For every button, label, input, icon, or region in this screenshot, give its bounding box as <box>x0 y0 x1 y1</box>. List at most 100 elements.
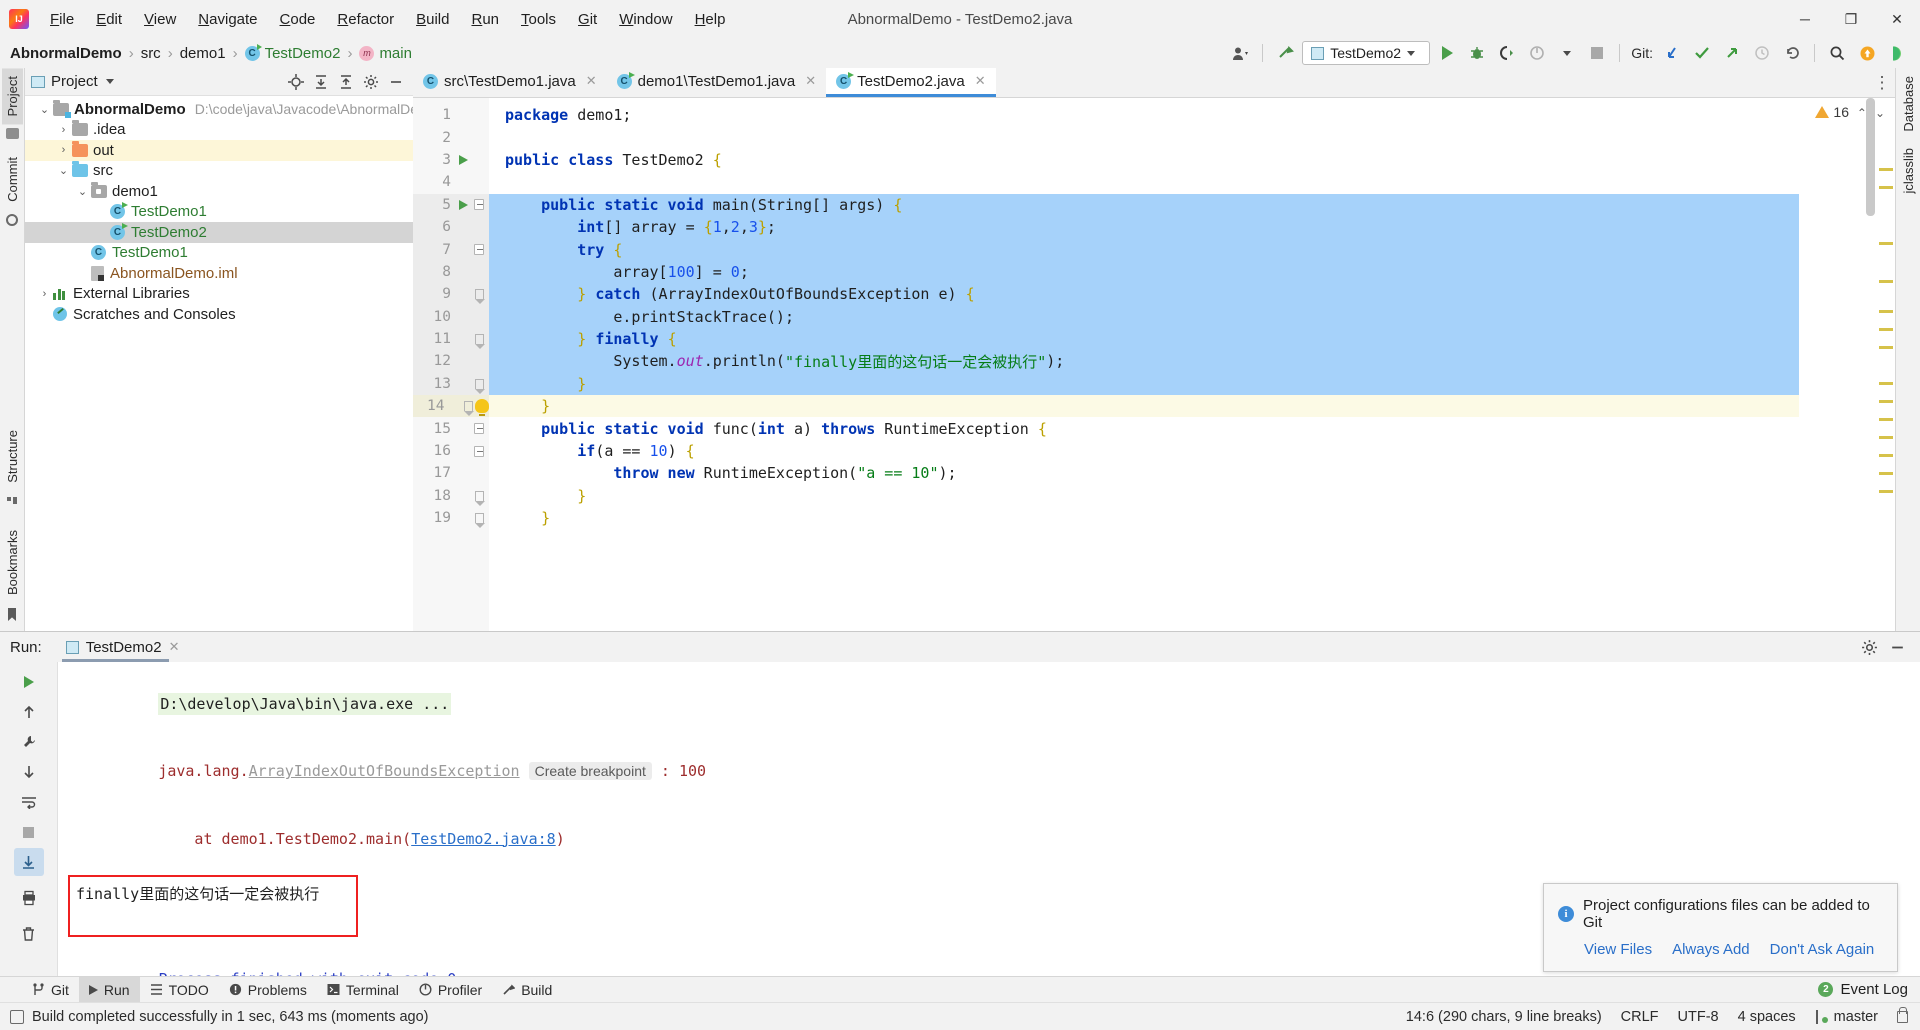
tree-node-abnormaldemo-iml[interactable]: AbnormalDemo.iml <box>25 263 413 284</box>
code-line-9[interactable]: } catch (ArrayIndexOutOfBoundsException … <box>489 283 1799 306</box>
build-icon[interactable] <box>1272 41 1298 65</box>
gutter-line-12[interactable]: 12 <box>413 350 489 373</box>
stripe-tab-bookmarks[interactable]: Bookmarks <box>2 522 23 603</box>
inspection-warning-badge[interactable]: 16 <box>1815 104 1849 120</box>
tree-node-testdemo2[interactable]: C TestDemo2 <box>25 222 413 243</box>
bottom-tab-git[interactable]: Git <box>22 977 79 1003</box>
bottom-tab-terminal[interactable]: Terminal <box>317 977 409 1003</box>
gutter-line-14[interactable]: 14 <box>413 395 489 418</box>
scroll-to-end-icon[interactable] <box>13 848 44 876</box>
wrench-icon[interactable] <box>14 728 44 756</box>
code-line-2[interactable] <box>489 126 1799 148</box>
ide-update-icon[interactable] <box>1854 41 1880 65</box>
bottom-tab-run[interactable]: Run <box>78 976 140 1003</box>
gutter-line-15[interactable]: 15 <box>413 417 489 439</box>
expand-all-icon[interactable] <box>335 71 357 93</box>
code-line-1[interactable]: package demo1; <box>489 104 1799 126</box>
maximize-button[interactable]: ❐ <box>1828 0 1874 38</box>
gutter-line-17[interactable]: 17 <box>413 462 489 484</box>
menu-item-help[interactable]: Help <box>684 7 737 32</box>
stack-frame-link[interactable]: TestDemo2.java:8 <box>411 830 556 848</box>
git-push-icon[interactable] <box>1719 41 1745 65</box>
breadcrumb-item-main[interactable]: m main <box>357 45 414 62</box>
gutter-line-18[interactable]: 18 <box>413 485 489 507</box>
git-rollback-icon[interactable] <box>1779 41 1805 65</box>
gutter-line-13[interactable]: 13 <box>413 372 489 396</box>
stripe-tab-jclasslib[interactable]: jclasslib <box>1898 140 1919 202</box>
hide-panel-icon[interactable] <box>385 71 407 93</box>
debug-button[interactable] <box>1464 41 1490 65</box>
notification-action-view-files[interactable]: View Files <box>1584 941 1652 958</box>
gutter-line-10[interactable]: 10 <box>413 305 489 328</box>
intention-bulb-icon[interactable] <box>474 399 489 417</box>
git-history-icon[interactable] <box>1749 41 1775 65</box>
bottom-tab-todo[interactable]: TODO <box>140 977 219 1003</box>
tree-node-src[interactable]: ⌄ src <box>25 161 413 182</box>
gutter-line-5[interactable]: 5 <box>413 193 489 216</box>
run-tab-testdemo2[interactable]: TestDemo2 ✕ <box>58 632 188 662</box>
tree-expand-arrow[interactable]: › <box>36 288 53 300</box>
breadcrumb-item-demo1[interactable]: demo1 <box>178 45 228 62</box>
search-everywhere-icon[interactable] <box>1824 41 1850 65</box>
run-with-coverage-button[interactable] <box>1494 41 1520 65</box>
editor-tab-src-testdemo1-java[interactable]: Csrc\TestDemo1.java ✕ <box>413 68 607 97</box>
up-arrow-icon[interactable] <box>14 698 44 726</box>
soft-wrap-icon[interactable] <box>14 788 44 816</box>
project-tree[interactable]: ⌄ AbnormalDemo D:\code\java\Javacode\Abnor… <box>25 96 413 631</box>
fold-end-icon[interactable] <box>474 289 485 305</box>
menu-item-run[interactable]: Run <box>460 7 510 32</box>
tree-expand-arrow[interactable]: › <box>55 124 72 136</box>
close-icon[interactable]: ✕ <box>169 639 180 655</box>
menu-item-edit[interactable]: Edit <box>85 7 133 32</box>
gutter-line-16[interactable]: 16 <box>413 440 489 462</box>
user-settings-icon[interactable] <box>1227 41 1253 65</box>
gutter-line-9[interactable]: 9 <box>413 283 489 306</box>
tree-node-external-libraries[interactable]: › External Libraries <box>25 284 413 305</box>
run-gutter-icon[interactable] <box>455 154 471 165</box>
code-line-7[interactable]: try { <box>489 238 1799 261</box>
chevron-down-icon[interactable]: ⌄ <box>1875 106 1885 120</box>
menu-item-refactor[interactable]: Refactor <box>326 7 405 32</box>
close-button[interactable]: ✕ <box>1874 0 1920 38</box>
fold-end-icon[interactable] <box>474 513 485 529</box>
event-log-label[interactable]: Event Log <box>1840 981 1908 998</box>
tree-expand-arrow[interactable]: ⌄ <box>74 185 91 198</box>
code-line-15[interactable]: public static void func(int a) throws Ru… <box>489 417 1799 439</box>
code-line-11[interactable]: } finally { <box>489 327 1799 351</box>
more-options-icon[interactable]: ⋮ <box>1869 68 1895 97</box>
code-line-5[interactable]: public static void main(String[] args) { <box>489 193 1799 216</box>
tree-node--idea[interactable]: › .idea <box>25 120 413 141</box>
locate-icon[interactable] <box>285 71 307 93</box>
fold-end-icon[interactable] <box>474 334 485 350</box>
breadcrumb-item-src[interactable]: src <box>139 45 163 62</box>
fold-collapse-icon[interactable] <box>474 423 484 435</box>
gutter-line-19[interactable]: 19 <box>413 507 489 529</box>
lock-icon[interactable] <box>1897 1006 1908 1023</box>
git-branch-widget[interactable]: master <box>1815 1009 1878 1025</box>
project-view-dropdown-icon[interactable] <box>105 79 114 84</box>
stripe-tab-database[interactable]: Database <box>1898 68 1919 140</box>
rerun-icon[interactable] <box>14 668 44 696</box>
code-editor[interactable]: package demo1; public class TestDemo2 { p… <box>489 98 1799 631</box>
breadcrumb-item-abnormaldemo[interactable]: AbnormalDemo <box>8 45 124 62</box>
gutter-line-6[interactable]: 6 <box>413 215 489 239</box>
down-arrow-icon[interactable] <box>14 758 44 786</box>
bottom-tab-problems[interactable]: Problems <box>219 977 317 1003</box>
notification-action-don-t-ask-again[interactable]: Don't Ask Again <box>1770 941 1875 958</box>
editor-tab-demo1-testdemo1-java[interactable]: Cdemo1\TestDemo1.java ✕ <box>607 68 827 97</box>
code-line-16[interactable]: if (a == 10) { <box>489 440 1799 462</box>
caret-position[interactable]: 14:6 (290 chars, 9 line breaks) <box>1406 1009 1602 1025</box>
gutter-line-7[interactable]: 7 <box>413 238 489 261</box>
stop-button[interactable] <box>1584 41 1610 65</box>
fold-collapse-icon[interactable] <box>474 199 484 211</box>
print-icon[interactable] <box>14 884 44 912</box>
close-icon[interactable]: ✕ <box>586 73 597 89</box>
run-gutter-icon[interactable] <box>455 199 471 210</box>
run-button[interactable] <box>1434 41 1460 65</box>
menu-item-build[interactable]: Build <box>405 7 460 32</box>
code-line-18[interactable]: } <box>489 485 1799 507</box>
gutter-line-2[interactable]: 2 <box>413 126 489 148</box>
editor-gutter[interactable]: 1 2 3 4 5 6 7 8 9 10 11 12 13 14 15 16 17 18 19 <box>413 98 489 631</box>
code-line-10[interactable]: e.printStackTrace(); <box>489 305 1799 328</box>
create-breakpoint-chip[interactable]: Create breakpoint <box>528 762 652 780</box>
